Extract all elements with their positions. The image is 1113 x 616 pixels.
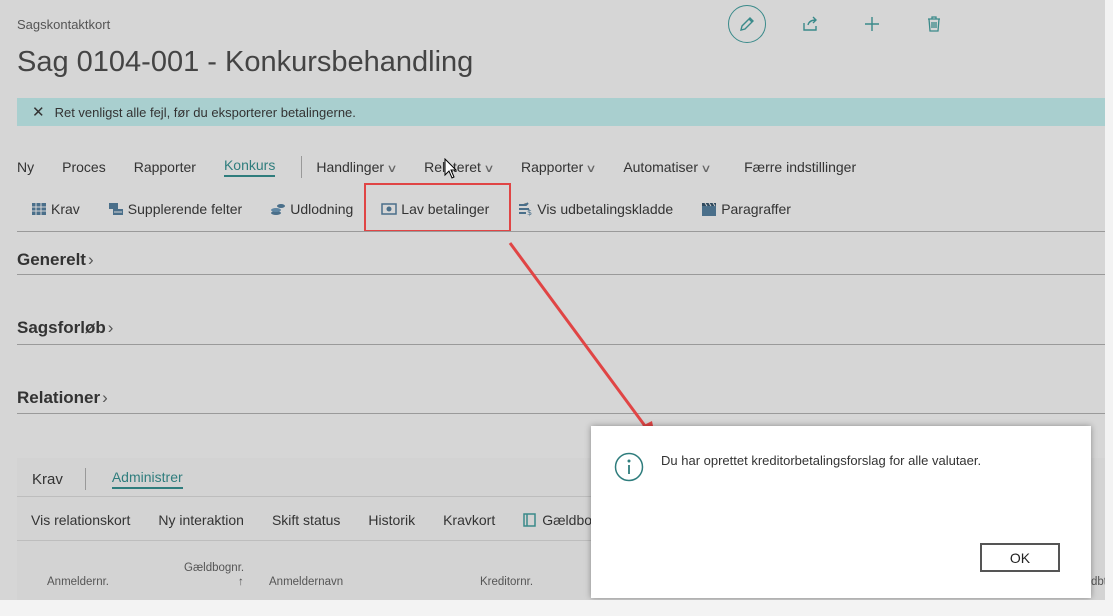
dialog-message: Du har oprettet kreditorbetalingsforslag… [661,453,982,468]
trash-icon [928,16,940,32]
column-header-anmeldernavn[interactable]: Anmeldernavn [269,576,343,588]
error-banner: ✕ Ret venligst alle fejl, før du eksport… [17,98,1105,126]
menu-separator [301,156,303,178]
close-icon[interactable]: ✕ [32,103,45,121]
krav-toolbar: Vis relationskort Ny interaktion Skift s… [31,512,620,528]
menu-rapporter-label: Rapporter [520,159,584,175]
menu-rapporter[interactable]: Rapporter [134,159,196,175]
menu-handlinger-label: Handlinger [316,159,385,175]
menu-handlinger[interactable]: Handlinger ∨ [316,159,398,175]
annotation-highlight-box [364,183,511,232]
screenshot-border [0,600,1113,616]
tool-skift-status[interactable]: Skift status [272,512,340,528]
column-header-partial[interactable]: dbt [1091,576,1105,588]
column-header-anmeldernr[interactable]: Anmeldernr. [47,576,109,588]
chevron-right-icon: › [102,388,108,407]
tab-administrer[interactable]: Administrer [111,469,183,489]
pencil-icon [740,17,754,31]
divider [17,231,1105,232]
tool-kravkort[interactable]: Kravkort [443,512,495,528]
section-sagsforloeb[interactable]: Sagsforløb › [17,318,113,338]
section-relationer-label: Relationer [17,388,101,407]
fields-icon [108,203,123,215]
chevron-down-icon: ∨ [585,163,597,175]
column-header-gaeldbognr[interactable]: Gældbognr. [184,562,244,574]
fewer-options-link[interactable]: Færre indstillinger [744,159,856,175]
chevron-right-icon: › [107,318,114,337]
divider [17,540,591,541]
plus-icon [865,17,879,31]
menu-rapporter-dropdown[interactable]: Rapporter ∨ [520,159,597,175]
grid-icon [32,203,46,215]
tab-separator [84,468,86,490]
ok-button[interactable]: OK [980,543,1060,572]
sort-ascending-icon: ↑ [238,576,244,588]
journal-icon: $ [519,202,532,217]
chevron-down-icon: ∨ [483,163,495,175]
section-sagsforloeb-label: Sagsforløb [17,318,106,337]
share-button[interactable] [800,14,820,34]
menu-automatiser[interactable]: Automatiser ∨ [623,159,712,175]
annotation-arrow [508,242,656,441]
chevron-right-icon: › [87,250,94,269]
page-title: Sag 0104-001 - Konkursbehandling [17,46,474,78]
tool-udlodning[interactable]: Udlodning [270,201,353,217]
tool-supplerende-felter-label: Supplerende felter [127,201,243,217]
menu-konkurs[interactable]: Konkurs [223,157,276,177]
krav-tabs: Krav Administrer [32,468,183,490]
menu-proces[interactable]: Proces [62,159,106,175]
banner-message: Ret venligst alle fejl, før du eksporter… [54,104,356,120]
page-caption: Sagskontaktkort [17,17,111,32]
header-actions [728,5,944,43]
tool-paragraffer-label: Paragraffer [721,201,791,217]
tool-udlodning-label: Udlodning [290,201,354,217]
tool-krav-label: Krav [51,201,80,217]
section-generelt[interactable]: Generelt › [17,250,94,270]
mouse-cursor-icon [444,158,458,179]
tool-ny-interaktion[interactable]: Ny interaktion [158,512,244,528]
delete-button[interactable] [924,14,944,34]
svg-text:$: $ [527,208,532,217]
tool-paragraffer[interactable]: Paragraffer [701,201,791,217]
column-header-kreditornr[interactable]: Kreditornr. [480,576,533,588]
tool-gaeldbog-label: Gældbo [542,512,593,528]
menu-ny[interactable]: Ny [17,159,34,175]
coins-icon [271,204,286,215]
message-dialog [591,426,1091,598]
tool-krav[interactable]: Krav [31,201,80,217]
book-icon [523,513,536,527]
tool-vis-relationskort[interactable]: Vis relationskort [31,512,130,528]
menu-automatiser-label: Automatiser [623,159,699,175]
clapper-icon [702,202,717,216]
chevron-down-icon: ∨ [700,163,712,175]
chevron-down-icon: ∨ [386,163,398,175]
screenshot-border [1105,0,1113,616]
tool-supplerende-felter[interactable]: Supplerende felter [108,201,242,217]
tool-historik[interactable]: Historik [368,512,415,528]
tool-vis-udbetalingskladde[interactable]: $ Vis udbetalingskladde [517,201,673,217]
section-generelt-label: Generelt [17,250,86,269]
new-button[interactable] [862,14,882,34]
tool-vis-udbetalingskladde-label: Vis udbetalingskladde [537,201,674,217]
menu-relateret[interactable]: Relateret∨ [424,159,495,175]
info-icon [614,452,644,482]
tab-krav[interactable]: Krav [32,471,63,488]
edit-button[interactable] [728,5,766,43]
divider [17,496,591,497]
share-icon [803,16,817,31]
section-relationer[interactable]: Relationer › [17,388,108,408]
